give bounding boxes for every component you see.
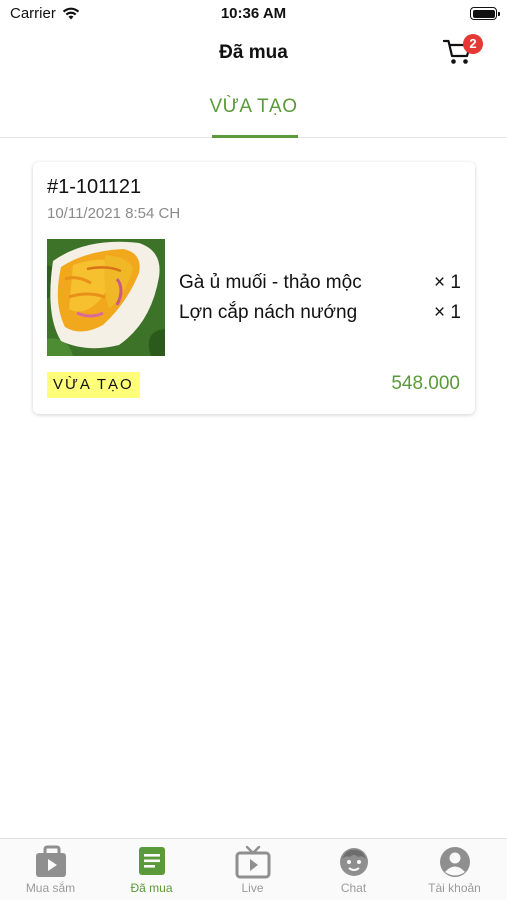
cart-button[interactable]: 2 <box>442 34 483 66</box>
status-time: 10:36 AM <box>220 5 287 22</box>
order-status-tabs: VỪA TẠO <box>0 80 507 138</box>
order-date: 10/11/2021 8:54 CH <box>47 205 181 222</box>
nav-header: Đã mua 2 <box>0 28 507 76</box>
chat-face-icon <box>339 848 368 876</box>
battery-icon <box>470 7 500 20</box>
tab-vua-tao[interactable]: VỪA TẠO <box>0 96 507 118</box>
order-total: 548.000 <box>391 373 460 394</box>
cart-count-badge: 2 <box>463 34 483 54</box>
page-title: Đã mua <box>219 42 288 63</box>
order-item-row: Lợn cắp nách nướng × 1 <box>179 302 461 324</box>
bottom-tab-da-mua[interactable]: Đã mua <box>101 839 202 900</box>
order-item-name: Gà ủ muối - thảo mộc <box>179 272 362 293</box>
bottom-tab-label: Đã mua <box>130 881 173 895</box>
food-photo <box>47 239 165 356</box>
bottom-tab-label: Tài khoản <box>428 881 481 895</box>
order-item-row: Gà ủ muối - thảo mộc × 1 <box>179 272 461 294</box>
bottom-tab-label: Live <box>241 881 264 895</box>
bottom-tab-chat[interactable]: Chat <box>303 839 404 900</box>
user-icon <box>439 847 470 877</box>
order-item-quantity: × 1 <box>434 272 461 293</box>
tab-active-indicator <box>212 135 298 138</box>
status-badge: VỪA TẠO <box>47 372 140 398</box>
order-card[interactable]: #1-101121 10/11/2021 8:54 CH Gà ủ muối -… <box>33 162 475 414</box>
bottom-tab-bar: Mua sắm Đã mua Live Chat Tài khoản <box>0 838 507 900</box>
bottom-tab-tai-khoan[interactable]: Tài khoản <box>404 839 505 900</box>
order-item-name: Lợn cắp nách nướng <box>179 302 358 323</box>
order-id: #1-101121 <box>47 176 142 198</box>
receipt-icon <box>138 847 165 875</box>
order-item-quantity: × 1 <box>434 302 461 323</box>
bottom-tab-label: Chat <box>340 881 367 895</box>
video-bag-icon <box>35 845 66 877</box>
bottom-tab-label: Mua sắm <box>25 881 76 895</box>
bottom-tab-live[interactable]: Live <box>202 839 303 900</box>
order-thumbnail <box>47 239 165 356</box>
tv-icon <box>235 845 270 879</box>
status-bar: Carrier 10:36 AM <box>0 0 507 28</box>
bottom-tab-mua-sam[interactable]: Mua sắm <box>0 839 101 900</box>
